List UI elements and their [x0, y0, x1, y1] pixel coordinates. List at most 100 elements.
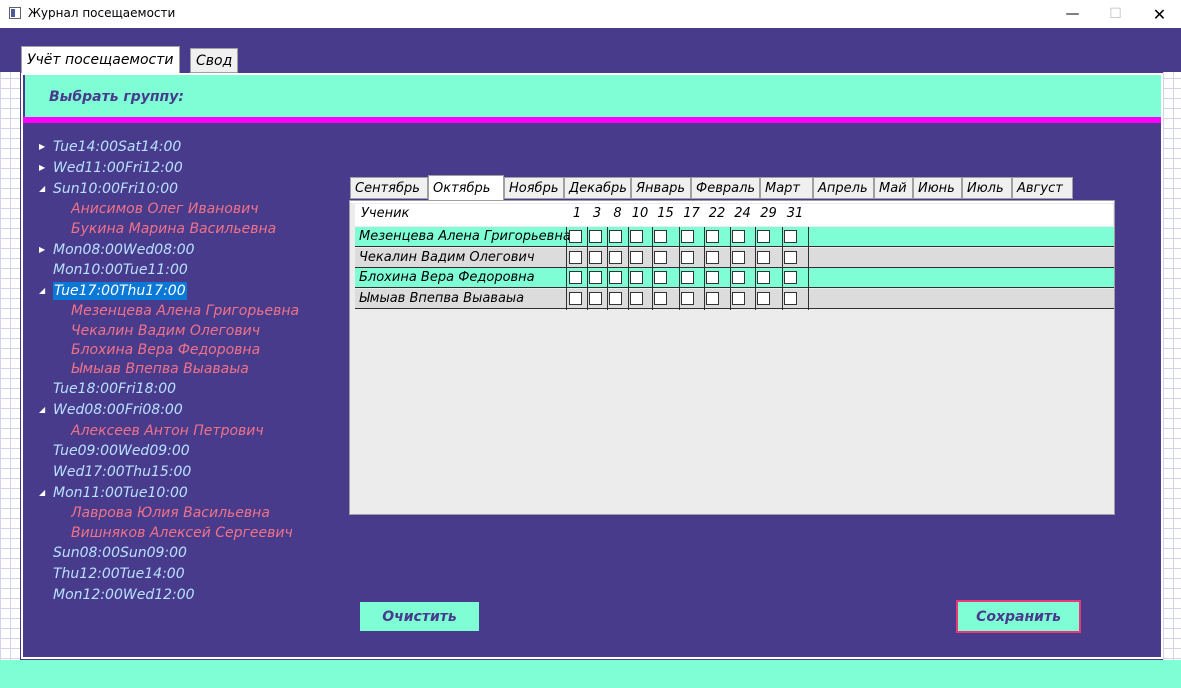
- attendance-checkbox[interactable]: [784, 251, 797, 264]
- tree-group-item[interactable]: Wed08:00Fri08:00: [53, 401, 183, 419]
- attendance-checkbox[interactable]: [681, 230, 694, 243]
- tree-student-item[interactable]: Чекалин Вадим Олегович: [71, 322, 260, 340]
- attendance-checkbox[interactable]: [589, 271, 602, 284]
- tree-group-item[interactable]: Tue14:00Sat14:00: [53, 138, 181, 156]
- attendance-checkbox[interactable]: [732, 251, 745, 264]
- attendance-checkbox[interactable]: [757, 230, 770, 243]
- attendance-checkbox[interactable]: [706, 230, 719, 243]
- attendance-checkbox[interactable]: [706, 251, 719, 264]
- month-tab[interactable]: Октябрь: [428, 175, 504, 200]
- grid-background-right: [1163, 28, 1181, 660]
- tree-group-item[interactable]: Tue09:00Wed09:00: [53, 442, 190, 460]
- tree-group-item[interactable]: Sun08:00Sun09:00: [53, 544, 187, 562]
- attendance-checkbox[interactable]: [784, 292, 797, 305]
- group-header: Выбрать группу:: [25, 75, 1161, 117]
- attendance-checkbox[interactable]: [757, 271, 770, 284]
- attendance-checkbox[interactable]: [569, 292, 582, 305]
- grid-column-divider: [587, 227, 588, 310]
- tree-group-item[interactable]: Wed17:00Thu15:00: [53, 463, 191, 481]
- attendance-checkbox[interactable]: [732, 292, 745, 305]
- collapse-arrow-icon[interactable]: ◢: [39, 488, 45, 497]
- attendance-checkbox[interactable]: [609, 230, 622, 243]
- month-tab[interactable]: Август: [1012, 177, 1073, 199]
- attendance-checkbox[interactable]: [630, 271, 643, 284]
- attendance-checkbox[interactable]: [654, 230, 667, 243]
- grid-column-divider: [679, 227, 680, 310]
- attendance-checkbox[interactable]: [630, 230, 643, 243]
- expand-arrow-icon[interactable]: ▶: [39, 163, 45, 172]
- group-label: Выбрать группу:: [49, 89, 184, 105]
- attendance-checkbox[interactable]: [630, 292, 643, 305]
- attendance-checkbox[interactable]: [589, 230, 602, 243]
- attendance-checkbox[interactable]: [732, 230, 745, 243]
- tree-group-item[interactable]: Tue18:00Fri18:00: [53, 380, 176, 398]
- tree-group-item[interactable]: Thu12:00Tue14:00: [53, 565, 185, 583]
- attendance-checkbox[interactable]: [589, 251, 602, 264]
- tree-group-item[interactable]: Mon11:00Tue10:00: [53, 484, 188, 502]
- attendance-checkbox[interactable]: [654, 292, 667, 305]
- attendance-checkbox[interactable]: [706, 292, 719, 305]
- student-name-cell: Чекалин Вадим Олегович: [359, 250, 535, 265]
- attendance-checkbox[interactable]: [609, 251, 622, 264]
- attendance-checkbox[interactable]: [706, 271, 719, 284]
- attendance-checkbox[interactable]: [757, 251, 770, 264]
- attendance-checkbox[interactable]: [681, 292, 694, 305]
- tree-group-item[interactable]: Mon12:00Wed12:00: [53, 586, 195, 604]
- attendance-checkbox[interactable]: [757, 292, 770, 305]
- tree-student-item[interactable]: Лаврова Юлия Васильевна: [71, 504, 270, 522]
- attendance-checkbox[interactable]: [569, 271, 582, 284]
- expand-arrow-icon[interactable]: ▶: [39, 142, 45, 151]
- attendance-checkbox[interactable]: [784, 271, 797, 284]
- month-tab[interactable]: Май: [874, 177, 913, 199]
- collapse-arrow-icon[interactable]: ◢: [39, 184, 45, 193]
- tab-attendance[interactable]: Учёт посещаемости: [21, 46, 180, 73]
- attendance-checkbox[interactable]: [654, 251, 667, 264]
- attendance-checkbox[interactable]: [681, 271, 694, 284]
- collapse-arrow-icon[interactable]: ◢: [39, 286, 45, 295]
- attendance-checkbox[interactable]: [681, 251, 694, 264]
- collapse-arrow-icon[interactable]: ◢: [39, 405, 45, 414]
- attendance-checkbox[interactable]: [630, 251, 643, 264]
- tree-group-item[interactable]: Tue17:00Thu17:00: [53, 282, 187, 300]
- tree-group-item[interactable]: Mon08:00Wed08:00: [53, 241, 195, 259]
- tree-student-item[interactable]: Анисимов Олег Иванович: [71, 200, 258, 218]
- attendance-checkbox[interactable]: [732, 271, 745, 284]
- attendance-checkbox[interactable]: [654, 271, 667, 284]
- tree-student-item[interactable]: Ымыав Впепва Выаваыа: [71, 360, 249, 378]
- expand-arrow-icon[interactable]: ▶: [39, 245, 45, 254]
- student-name-cell: Мезенцева Алена Григорьевна: [359, 229, 571, 244]
- tree-group-item[interactable]: Mon10:00Tue11:00: [53, 261, 188, 279]
- maximize-button[interactable]: ☐: [1093, 0, 1138, 28]
- tree-student-item[interactable]: Вишняков Алексей Сергеевич: [71, 524, 293, 542]
- month-tab[interactable]: Июнь: [913, 177, 962, 199]
- attendance-checkbox[interactable]: [609, 292, 622, 305]
- student-name-cell: Блохина Вера Федоровна: [359, 270, 535, 285]
- attendance-checkbox[interactable]: [569, 230, 582, 243]
- attendance-checkbox[interactable]: [784, 230, 797, 243]
- month-tab[interactable]: Январь: [631, 177, 691, 199]
- save-button[interactable]: Сохранить: [956, 600, 1081, 633]
- tree-student-item[interactable]: Букина Марина Васильевна: [71, 220, 276, 238]
- month-tab[interactable]: Декабрь: [564, 177, 631, 199]
- close-button[interactable]: ✕: [1137, 0, 1181, 28]
- month-tab[interactable]: Сентябрь: [350, 177, 428, 199]
- month-tab[interactable]: Февраль: [691, 177, 760, 199]
- tree-student-item[interactable]: Мезенцева Алена Григорьевна: [71, 302, 299, 320]
- grid-column-divider: [730, 227, 731, 310]
- day-column-header: 10: [631, 206, 649, 221]
- minimize-button[interactable]: —: [1050, 0, 1095, 28]
- tree-group-item[interactable]: Sun10:00Fri10:00: [53, 180, 178, 198]
- attendance-checkbox[interactable]: [609, 271, 622, 284]
- clear-button[interactable]: Очистить: [360, 602, 479, 631]
- tree-group-item[interactable]: Wed11:00Fri12:00: [53, 159, 183, 177]
- month-tab[interactable]: Ноябрь: [504, 177, 564, 199]
- attendance-checkbox[interactable]: [569, 251, 582, 264]
- tab-summary[interactable]: Свод: [190, 48, 239, 73]
- tree-student-item[interactable]: Блохина Вера Федоровна: [71, 341, 260, 359]
- tree-student-item[interactable]: Алексеев Антон Петрович: [71, 422, 264, 440]
- window-title: Журнал посещаемости: [28, 6, 176, 20]
- attendance-checkbox[interactable]: [589, 292, 602, 305]
- month-tab[interactable]: Июль: [962, 177, 1012, 199]
- month-tab[interactable]: Март: [760, 177, 813, 199]
- month-tab[interactable]: Апрель: [813, 177, 874, 199]
